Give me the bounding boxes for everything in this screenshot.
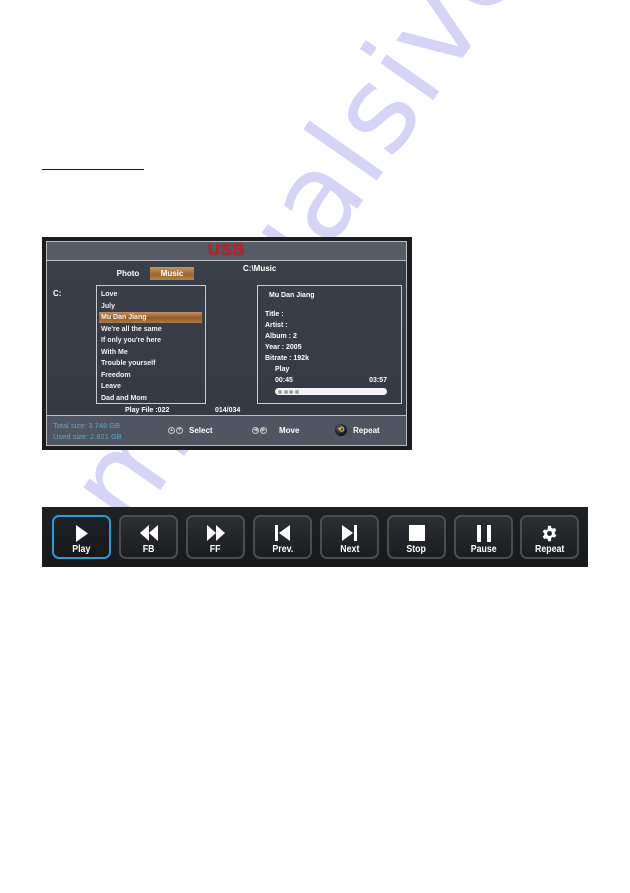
- stop-icon: [408, 523, 425, 543]
- list-item[interactable]: Love: [99, 289, 202, 300]
- tab-music[interactable]: Music: [150, 267, 194, 280]
- repeat-button[interactable]: Repeat: [520, 515, 579, 559]
- total-time: 03:57: [369, 377, 387, 384]
- hint-select: ▲ ▼ Select: [168, 426, 213, 435]
- current-path: C:\Music: [243, 264, 277, 273]
- hint-repeat: ⟲ Repeat: [335, 424, 380, 436]
- fast-backward-button[interactable]: FB: [119, 515, 178, 559]
- hint-move-label: Move: [279, 426, 300, 435]
- elapsed-time: 00:45: [275, 377, 293, 384]
- skip-next-icon: [342, 523, 357, 543]
- play-file-number: Play File :022: [125, 407, 170, 414]
- list-item[interactable]: July: [99, 301, 202, 312]
- tab-photo[interactable]: Photo: [108, 267, 148, 280]
- next-label: Next: [339, 544, 360, 555]
- pause-icon: [476, 523, 491, 543]
- progress-dot: [294, 389, 299, 394]
- total-size: Total size: 3.748 GB: [53, 421, 121, 430]
- progress-dot: [289, 389, 293, 394]
- list-item[interactable]: If only you're here: [99, 335, 202, 346]
- left-right-arrows-icon: ◀ ▶: [252, 427, 267, 434]
- usb-body: Photo Music C:\Music C: Love July Mu Dan…: [47, 261, 406, 415]
- heading-underline: [42, 169, 144, 170]
- fast-backward-icon: [139, 523, 159, 543]
- list-item[interactable]: Dad and Mom: [99, 393, 202, 404]
- list-item[interactable]: With Me: [99, 347, 202, 358]
- pause-button[interactable]: Pause: [454, 515, 513, 559]
- hint-move: ◀ ▶ Move: [252, 426, 299, 435]
- ff-label: FF: [210, 544, 221, 555]
- list-item[interactable]: Trouble yourself: [99, 358, 202, 369]
- up-down-arrows-icon: ▲ ▼: [168, 427, 183, 434]
- fast-forward-button[interactable]: FF: [186, 515, 245, 559]
- info-year: Year : 2005: [265, 344, 302, 351]
- usb-footer: Total size: 3.748 GB Used size: 2.821 GB…: [47, 415, 406, 445]
- usb-header: USB: [47, 240, 406, 261]
- usb-screen: USB Photo Music C:\Music C: Love July Mu…: [46, 240, 407, 446]
- song-name: Mu Dan Jiang: [269, 292, 315, 299]
- stop-label: Stop: [406, 544, 427, 555]
- used-size: Used size: 2.821 GB: [53, 432, 122, 441]
- info-title: Title :: [265, 311, 284, 318]
- play-icon: [75, 523, 89, 543]
- fast-forward-icon: [206, 523, 226, 543]
- progress-dot: [278, 389, 282, 394]
- progress-bar[interactable]: [275, 388, 387, 395]
- skip-previous-icon: [275, 523, 290, 543]
- play-label: Play: [72, 544, 91, 555]
- progress-fill: [278, 389, 299, 394]
- gear-icon: [541, 523, 558, 543]
- info-album: Album : 2: [265, 333, 297, 340]
- repeat-icon: ⟲: [335, 424, 347, 436]
- usb-media-browser: USB Photo Music C:\Music C: Love July Mu…: [42, 237, 412, 450]
- playback-control-bar: Play FB FF Prev. Next Stop Pause Repeat: [42, 507, 588, 567]
- playback-status: Play: [275, 366, 290, 373]
- progress-dot: [283, 389, 288, 394]
- list-item-selected[interactable]: Mu Dan Jiang: [99, 312, 202, 323]
- next-button[interactable]: Next: [320, 515, 379, 559]
- hint-select-label: Select: [189, 426, 213, 435]
- song-info-panel: Mu Dan Jiang Title : Artist : Album : 2 …: [257, 285, 402, 404]
- prev-label: Prev.: [272, 544, 293, 555]
- pause-label: Pause: [470, 544, 497, 555]
- fb-label: FB: [142, 544, 155, 555]
- file-count: 014/034: [215, 407, 241, 414]
- stop-button[interactable]: Stop: [387, 515, 446, 559]
- previous-button[interactable]: Prev.: [253, 515, 312, 559]
- play-button[interactable]: Play: [52, 515, 111, 559]
- usb-title: USB: [207, 240, 246, 259]
- info-artist: Artist :: [265, 322, 288, 329]
- file-list: Love July Mu Dan Jiang We're all the sam…: [96, 285, 206, 404]
- list-item[interactable]: We're all the same: [99, 324, 202, 335]
- repeat-label: Repeat: [534, 544, 565, 555]
- list-item[interactable]: Leave: [99, 381, 202, 392]
- info-bitrate: Bitrate : 192k: [265, 355, 309, 362]
- drive-label[interactable]: C:: [53, 289, 61, 298]
- list-item[interactable]: Freedom: [99, 370, 202, 381]
- hint-repeat-label: Repeat: [353, 425, 380, 435]
